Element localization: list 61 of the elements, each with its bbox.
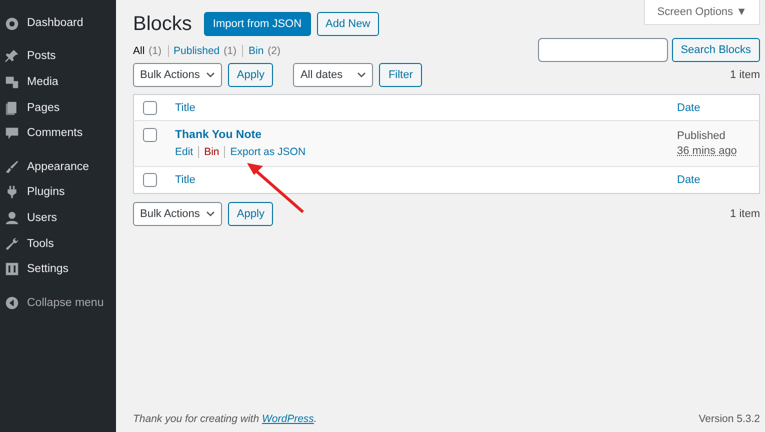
bulk-actions-dropdown[interactable]: Bulk Actions	[133, 202, 222, 226]
collapse-icon	[5, 296, 19, 310]
sidebar-item[interactable]: Settings	[0, 256, 116, 282]
menu-item-icon	[5, 262, 19, 276]
apply-button[interactable]: Apply	[228, 63, 274, 87]
item-count: 1 item	[730, 208, 760, 220]
column-header[interactable]: Date	[677, 174, 700, 186]
column-header[interactable]: Title	[175, 102, 196, 114]
menu-item-icon	[5, 236, 19, 251]
menu-item-icon	[5, 16, 19, 30]
sidebar-item[interactable]: Media	[0, 69, 116, 95]
view-count: (2)	[268, 45, 281, 57]
checkbox[interactable]	[143, 100, 157, 114]
chevron-icon	[206, 211, 215, 217]
column-header[interactable]: Title	[175, 174, 196, 186]
view-count: (1)	[224, 45, 236, 57]
menu-item-icon	[5, 185, 19, 200]
collapse-menu-button[interactable]: Collapse menu	[0, 290, 116, 316]
sidebar-item[interactable]: Dashboard	[0, 10, 116, 36]
search-field[interactable]	[538, 38, 668, 62]
filter-button[interactable]: Filter	[379, 63, 422, 87]
menu-item-icon	[5, 210, 19, 225]
menu-item-icon	[5, 74, 19, 89]
screen-options-button[interactable]: Screen Options ▼	[644, 0, 760, 25]
apply-button[interactable]: Apply	[228, 202, 274, 226]
sidebar-item[interactable]: Appearance	[0, 154, 116, 180]
item-count: 1 item	[730, 69, 760, 81]
bulk-actions-dropdown[interactable]: Bulk Actions	[133, 63, 222, 87]
menu-item-icon	[5, 160, 19, 174]
status-text: Published	[677, 129, 726, 144]
sidebar-item[interactable]: Pages	[0, 94, 116, 120]
date-text: 36 mins ago	[677, 145, 737, 157]
row-action-link[interactable]: Edit	[175, 146, 194, 158]
search-button[interactable]: Search Blocks	[672, 38, 760, 62]
sidebar-item[interactable]: Comments	[0, 120, 116, 146]
sidebar-item[interactable]: Tools	[0, 230, 116, 256]
chevron-icon	[357, 72, 366, 78]
chevron-icon	[206, 72, 215, 78]
row-action-link[interactable]: Export as JSON	[224, 146, 306, 158]
menu-item-icon	[5, 100, 19, 115]
view-filter-link[interactable]: All	[133, 45, 145, 57]
header-button[interactable]: Add New	[316, 12, 380, 36]
sidebar-item[interactable]: Plugins	[0, 180, 116, 206]
version-text: Version 5.3.2	[698, 413, 760, 425]
dates-dropdown[interactable]: All dates	[293, 63, 374, 87]
sidebar-item[interactable]: Posts	[0, 44, 116, 70]
column-header[interactable]: Date	[677, 102, 700, 114]
menu-item-icon	[5, 49, 19, 64]
header-button[interactable]: Import from JSON	[204, 12, 311, 36]
sidebar-item[interactable]: Users	[0, 205, 116, 231]
checkbox[interactable]	[143, 128, 157, 142]
view-count: (1)	[148, 45, 162, 57]
footer-text: Thank you for creating with WordPress.	[133, 413, 317, 425]
view-filter-link[interactable]: Bin	[242, 45, 264, 57]
wordpress-link[interactable]: WordPress	[262, 413, 314, 425]
menu-item-icon	[5, 126, 19, 140]
row-title-link[interactable]: Thank You Note	[175, 129, 262, 141]
checkbox[interactable]	[143, 173, 157, 187]
view-filter-link[interactable]: Published	[168, 45, 220, 57]
page-title: Blocks	[133, 12, 192, 36]
row-action-link[interactable]: Bin	[198, 146, 220, 158]
